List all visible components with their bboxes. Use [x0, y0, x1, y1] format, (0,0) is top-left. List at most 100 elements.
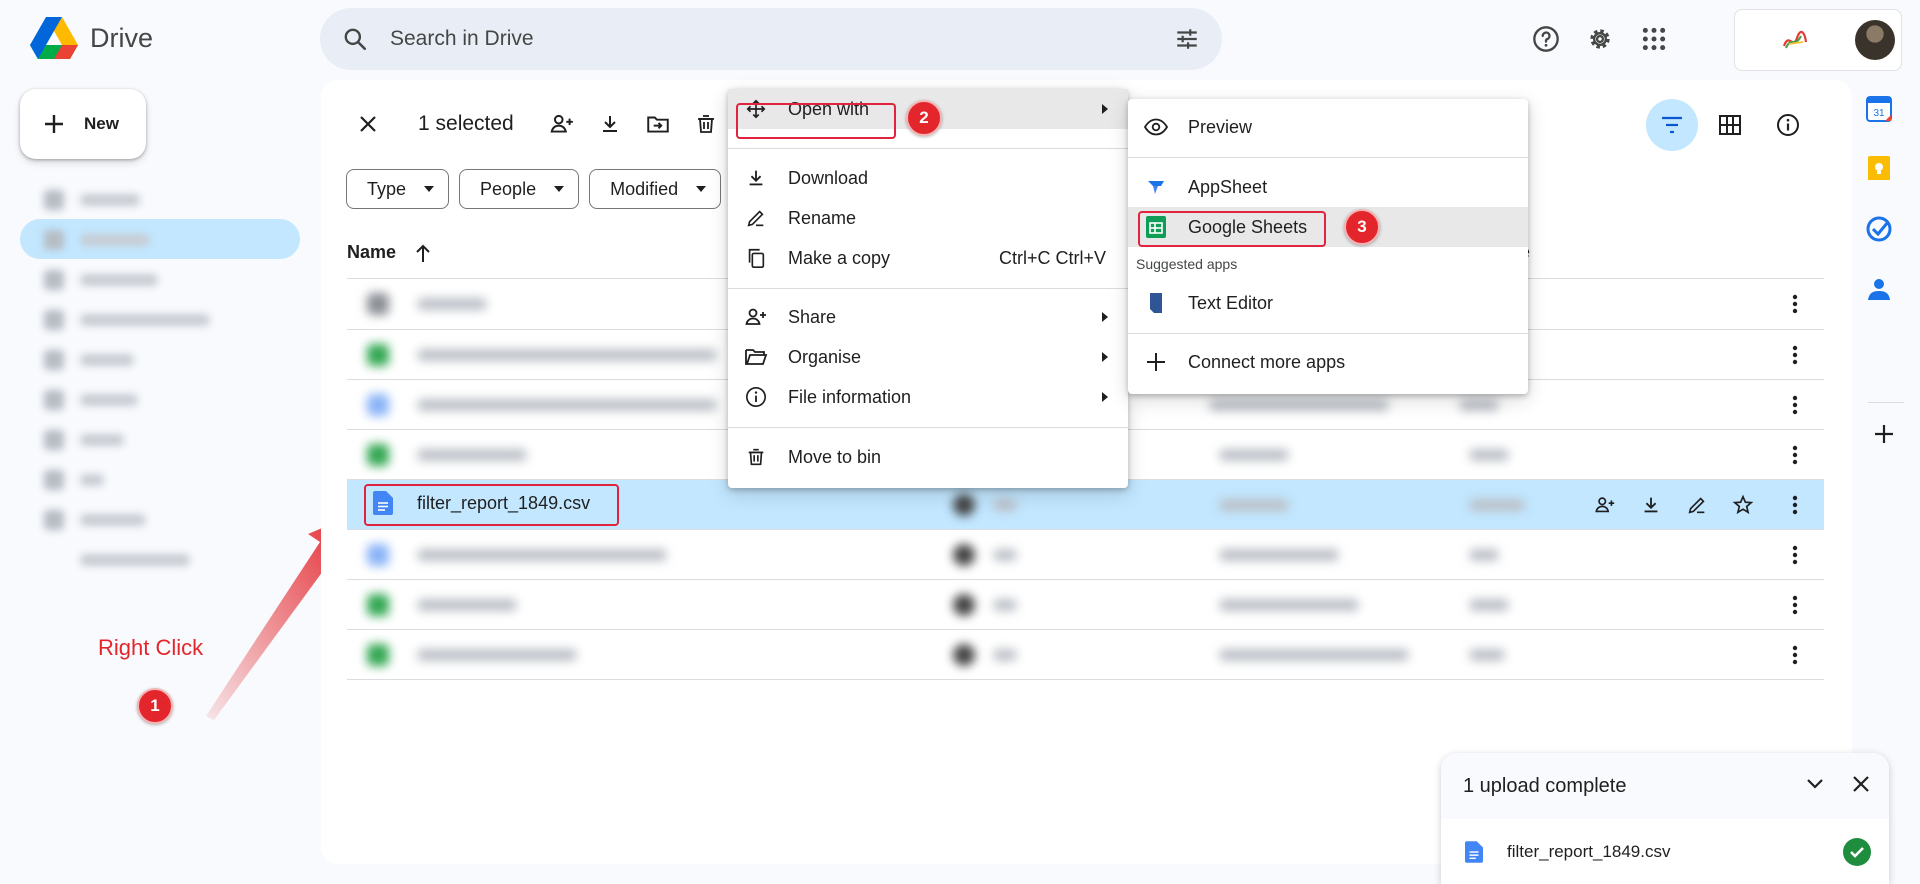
calendar-icon[interactable]: 31 — [1866, 96, 1892, 122]
context-menu: Open with 2 Download Rename Make a copy … — [728, 89, 1128, 488]
submenu-item-connect-more-apps[interactable]: Connect more apps — [1128, 342, 1528, 382]
filter-lines-icon[interactable] — [1646, 99, 1698, 151]
sidebar-item-shared-drives[interactable] — [36, 260, 298, 300]
sort-arrow-up-icon[interactable] — [414, 243, 432, 263]
apps-grid-icon[interactable] — [1638, 20, 1670, 58]
upload-toast: 1 upload complete filter_report_1849.csv — [1441, 753, 1889, 884]
row-divider — [347, 679, 1824, 680]
step-1-badge: 1 — [137, 688, 173, 724]
clear-selection-close-icon[interactable] — [346, 102, 390, 146]
search-icon[interactable] — [342, 26, 368, 52]
table-row[interactable] — [347, 530, 1824, 580]
sidebar-item-priority[interactable] — [36, 180, 298, 220]
search-bar[interactable]: Search in Drive — [320, 8, 1222, 70]
more-actions-icon[interactable] — [1783, 393, 1807, 417]
step-3-badge: 3 — [1344, 209, 1380, 245]
grid-layout-icon[interactable] — [1708, 103, 1752, 147]
name-column-header[interactable]: Name — [347, 242, 432, 263]
drive-logo[interactable]: Drive — [30, 17, 153, 59]
more-actions-icon[interactable] — [1783, 343, 1807, 367]
svg-text:31: 31 — [1873, 108, 1885, 119]
contacts-icon[interactable] — [1868, 276, 1890, 302]
sidebar-item-recent[interactable] — [36, 340, 298, 380]
menu-item-make-a-copy[interactable]: Make a copy Ctrl+C Ctrl+V — [728, 238, 1128, 278]
close-icon[interactable] — [1851, 773, 1871, 795]
sidebar-item-my-drive[interactable] — [36, 220, 298, 260]
submenu-item-appsheet[interactable]: AppSheet — [1128, 167, 1528, 207]
selected-file-label: filter_report_1849.csv — [417, 492, 591, 513]
menu-item-download[interactable]: Download — [728, 158, 1128, 198]
info-icon[interactable] — [1766, 103, 1810, 147]
dropdown-caret-icon — [554, 186, 565, 192]
keep-notes-icon[interactable] — [1868, 156, 1890, 182]
settings-gear-icon[interactable] — [1584, 20, 1616, 58]
delete-trash-icon[interactable] — [684, 102, 728, 146]
tasks-icon[interactable] — [1866, 216, 1892, 242]
filter-chip-modified[interactable]: Modified — [589, 169, 722, 209]
submenu-item-label: Preview — [1188, 116, 1253, 137]
more-actions-icon[interactable] — [1783, 643, 1807, 667]
step-2-badge: 2 — [906, 100, 942, 136]
menu-separator — [1128, 157, 1528, 158]
submenu-item-label: AppSheet — [1188, 176, 1268, 197]
submenu-item-preview[interactable]: Preview — [1128, 107, 1528, 147]
more-actions-icon[interactable] — [1783, 543, 1807, 567]
folder-open-icon — [744, 345, 768, 369]
organization-logo-icon — [1782, 30, 1808, 49]
rename-pencil-icon[interactable] — [1684, 492, 1710, 518]
filter-chip-people[interactable]: People — [459, 169, 580, 209]
search-options-icon[interactable] — [1174, 26, 1200, 52]
new-button[interactable]: New — [20, 89, 146, 159]
top-toolbar — [1530, 20, 1670, 58]
rename-pencil-icon — [744, 206, 768, 230]
collapse-chevron-down-icon[interactable] — [1805, 773, 1825, 795]
more-actions-icon[interactable] — [1783, 292, 1807, 316]
download-icon[interactable] — [1638, 492, 1664, 518]
menu-separator — [728, 288, 1128, 289]
submenu-item-text-editor[interactable]: Text Editor — [1128, 283, 1528, 323]
move-to-folder-icon[interactable] — [636, 102, 680, 146]
star-icon[interactable] — [1730, 492, 1756, 518]
sidebar-item-shared-with-me[interactable] — [36, 300, 298, 340]
submenu-item-label: Connect more apps — [1188, 351, 1346, 372]
menu-item-move-to-bin[interactable]: Move to bin — [728, 437, 1128, 477]
plus-icon — [1144, 350, 1168, 374]
share-person-add-icon — [744, 305, 768, 329]
upload-toast-file[interactable]: filter_report_1849.csv — [1465, 841, 1670, 863]
table-row[interactable] — [347, 630, 1824, 680]
menu-item-rename[interactable]: Rename — [728, 198, 1128, 238]
share-person-add-icon[interactable] — [540, 102, 584, 146]
row-quick-actions — [1592, 492, 1756, 518]
more-actions-icon[interactable] — [1783, 593, 1807, 617]
selected-file-name[interactable]: filter_report_1849.csv — [373, 491, 590, 515]
rail-divider — [1868, 402, 1904, 403]
submenu-item-label: Text Editor — [1188, 292, 1274, 313]
step-2-highlight — [736, 103, 896, 139]
help-icon[interactable] — [1530, 20, 1562, 58]
app-title: Drive — [90, 22, 154, 53]
sidebar-item-spam[interactable] — [36, 420, 298, 460]
table-row[interactable] — [347, 580, 1824, 630]
download-icon[interactable] — [588, 102, 632, 146]
submenu-arrow-icon — [1102, 312, 1108, 322]
filter-chips: Type People Modified — [346, 169, 722, 209]
menu-item-share[interactable]: Share — [728, 297, 1128, 337]
menu-item-organise[interactable]: Organise — [728, 337, 1128, 377]
step-3-highlight — [1138, 211, 1326, 247]
dropdown-caret-icon — [424, 186, 435, 192]
delete-trash-icon — [744, 445, 768, 469]
menu-item-label: Move to bin — [788, 446, 882, 467]
menu-separator — [728, 427, 1128, 428]
get-add-ons-plus-icon[interactable] — [1874, 424, 1894, 444]
share-person-add-icon[interactable] — [1592, 492, 1618, 518]
user-avatar[interactable] — [1855, 20, 1895, 60]
filter-chip-type[interactable]: Type — [346, 169, 450, 209]
dropdown-caret-icon — [696, 186, 707, 192]
menu-item-file-information[interactable]: File information — [728, 377, 1128, 417]
more-actions-icon[interactable] — [1783, 443, 1807, 467]
sidebar-item-starred[interactable] — [36, 380, 298, 420]
more-actions-icon[interactable] — [1783, 493, 1807, 517]
menu-item-label: Organise — [788, 346, 862, 367]
search-input[interactable]: Search in Drive — [390, 27, 1174, 51]
account-switcher[interactable] — [1734, 9, 1902, 71]
